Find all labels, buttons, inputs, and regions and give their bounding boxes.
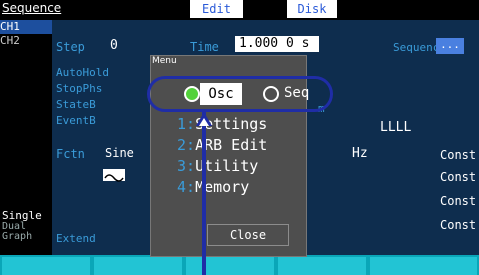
eventb-label: EventB (56, 114, 96, 127)
time-value[interactable]: 1.000 0 s (235, 36, 319, 52)
top-bar: Sequence Edit Disk (0, 0, 479, 20)
sequence-more-button[interactable]: ... (436, 38, 464, 54)
menu-item-utility[interactable]: 3:Utility (177, 157, 258, 175)
close-button[interactable]: Close (207, 224, 289, 246)
dual-graph-label[interactable]: Dual Graph (2, 222, 32, 242)
menu-item-number: 3: (177, 157, 196, 175)
const-3: Const (440, 194, 477, 208)
ch1-tab[interactable]: CH1 (0, 20, 52, 34)
pointer-arrow-inner (199, 118, 209, 126)
const-2: Const (440, 170, 477, 184)
const-4: Const (440, 218, 477, 232)
ch2-tab[interactable]: CH2 (0, 34, 52, 47)
stateb-value[interactable]: LLLL (380, 120, 411, 135)
stateb-label: StateB (56, 98, 96, 111)
autohold-label: AutoHold (56, 66, 109, 79)
menu-item-settings[interactable]: 1:Settings (177, 115, 267, 133)
menu-item-arb-edit[interactable]: 2:ARB Edit (177, 136, 267, 154)
hz-unit: Hz (352, 146, 368, 161)
sine-wave-icon (103, 169, 125, 182)
extend-label[interactable]: Extend (56, 232, 96, 245)
menu-item-number: 1: (177, 115, 196, 133)
menu-item-number: 2: (177, 136, 196, 154)
screen: Sequence Edit Disk CH1 CH2 Single Dual G… (0, 0, 479, 275)
menu-item-memory[interactable]: 4:Memory (177, 178, 249, 196)
softkey-1[interactable] (2, 257, 90, 275)
const-1: Const (440, 148, 477, 162)
softkey-5[interactable] (370, 257, 477, 275)
fctn-label: Fctn (56, 147, 85, 161)
highlight-ellipse (147, 76, 333, 112)
edit-tab[interactable]: Edit (190, 0, 243, 18)
softkey-4[interactable] (278, 257, 366, 275)
pointer-arrow-shaft (202, 112, 206, 275)
disk-tab[interactable]: Disk (287, 0, 337, 18)
menu-item-number: 4: (177, 178, 196, 196)
fctn-value[interactable]: Sine (105, 146, 134, 160)
softkey-3[interactable] (186, 257, 274, 275)
time-label: Time (190, 40, 219, 54)
step-value[interactable]: 0 (110, 38, 118, 53)
step-label: Step (56, 40, 85, 54)
menu-title: Menu (152, 56, 177, 66)
sequence-tab[interactable]: Sequence (2, 1, 61, 15)
graph-label: Graph (2, 231, 33, 242)
softkey-2[interactable] (94, 257, 182, 275)
stopphs-label: StopPhs (56, 82, 103, 95)
